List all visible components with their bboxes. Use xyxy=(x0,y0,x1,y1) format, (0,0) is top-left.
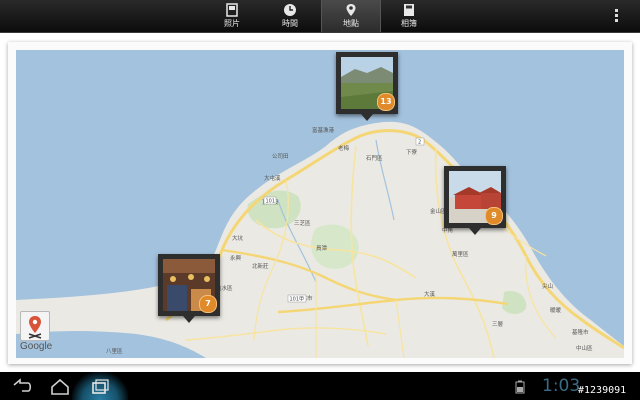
overflow-menu-icon[interactable] xyxy=(608,8,624,24)
status-clock: 1:03 xyxy=(542,376,581,396)
tab-location[interactable]: 地點 xyxy=(321,0,381,32)
pin-pointer xyxy=(183,316,195,323)
photo-icon xyxy=(226,3,238,17)
road-label-101a: 101甲 xyxy=(290,297,305,303)
place-label-dakeng: 大坑 xyxy=(232,234,244,242)
road-label-101: 101 xyxy=(266,199,276,205)
pin-pointer xyxy=(469,228,481,235)
photo-pin-7[interactable]: 7 xyxy=(158,254,220,323)
pin-count-badge: 13 xyxy=(377,93,395,111)
pin-pointer xyxy=(361,114,373,121)
recent-apps-icon[interactable] xyxy=(88,377,112,397)
place-label-beixinzhuang: 北新莊 xyxy=(252,262,269,270)
tab-photos[interactable]: 照片 xyxy=(203,0,261,32)
overlay-id-text: #1239091 xyxy=(578,385,627,396)
pin-count-badge: 7 xyxy=(199,295,217,313)
place-label-daxi: 大溪 xyxy=(424,290,436,298)
album-icon xyxy=(404,4,414,16)
place-label-nuannuan: 暖暖 xyxy=(550,306,562,314)
place-label-sanzhi: 三芝區 xyxy=(294,219,311,227)
back-icon[interactable] xyxy=(10,377,34,397)
place-label-yuantan: 員潭 xyxy=(316,244,328,252)
location-pin-icon xyxy=(346,4,356,16)
photo-pin-9[interactable]: 9 xyxy=(444,166,506,235)
place-label-wanli: 萬里區 xyxy=(452,250,469,258)
place-label-fuji: 富基漁港 xyxy=(312,126,335,134)
clock-icon xyxy=(284,4,296,16)
place-label-bali: 八里區 xyxy=(106,348,123,355)
battery-icon xyxy=(515,380,525,394)
place-label-xialiao: 下寮 xyxy=(406,148,418,156)
tab-photos-label: 照片 xyxy=(224,19,240,28)
place-label-datunxi: 大屯溪 xyxy=(264,174,281,182)
home-icon[interactable] xyxy=(48,377,72,397)
tab-location-label: 地點 xyxy=(343,19,359,28)
place-label-laomei: 老梅 xyxy=(338,144,350,152)
place-label-jianshan: 尖山 xyxy=(542,282,553,290)
pin-count-badge: 9 xyxy=(485,207,503,225)
tab-time[interactable]: 時間 xyxy=(261,0,319,32)
place-label-sanceng: 三層 xyxy=(492,321,503,328)
place-label-shimen: 石門區 xyxy=(366,155,383,162)
place-label-gongsitian: 公司田 xyxy=(272,153,289,160)
tab-albums-label: 相簿 xyxy=(401,19,417,28)
road-label-2: 2 xyxy=(418,140,421,146)
tab-time-label: 時間 xyxy=(282,19,298,28)
maps-app-button[interactable] xyxy=(20,311,50,341)
photo-pin-13[interactable]: 13 xyxy=(336,52,398,121)
place-label-keelung: 基隆市 xyxy=(572,328,589,336)
map-canvas: 新北市 石門區 金山區 萬里區 三芝區 淡水區 大坑 下寮 大屯溪 富基漁港 老… xyxy=(16,121,624,358)
google-attribution: Google xyxy=(20,341,53,352)
place-label-zhongshan: 中山區 xyxy=(576,344,593,352)
top-tab-bar: 照片 時間 地點 相簿 xyxy=(0,0,640,33)
maps-pin-icon xyxy=(28,316,42,339)
tab-albums[interactable]: 相簿 xyxy=(380,0,438,32)
place-label-yongxing: 永興 xyxy=(230,254,242,262)
map-view[interactable]: 新北市 石門區 金山區 萬里區 三芝區 淡水區 大坑 下寮 大屯溪 富基漁港 老… xyxy=(16,50,624,358)
